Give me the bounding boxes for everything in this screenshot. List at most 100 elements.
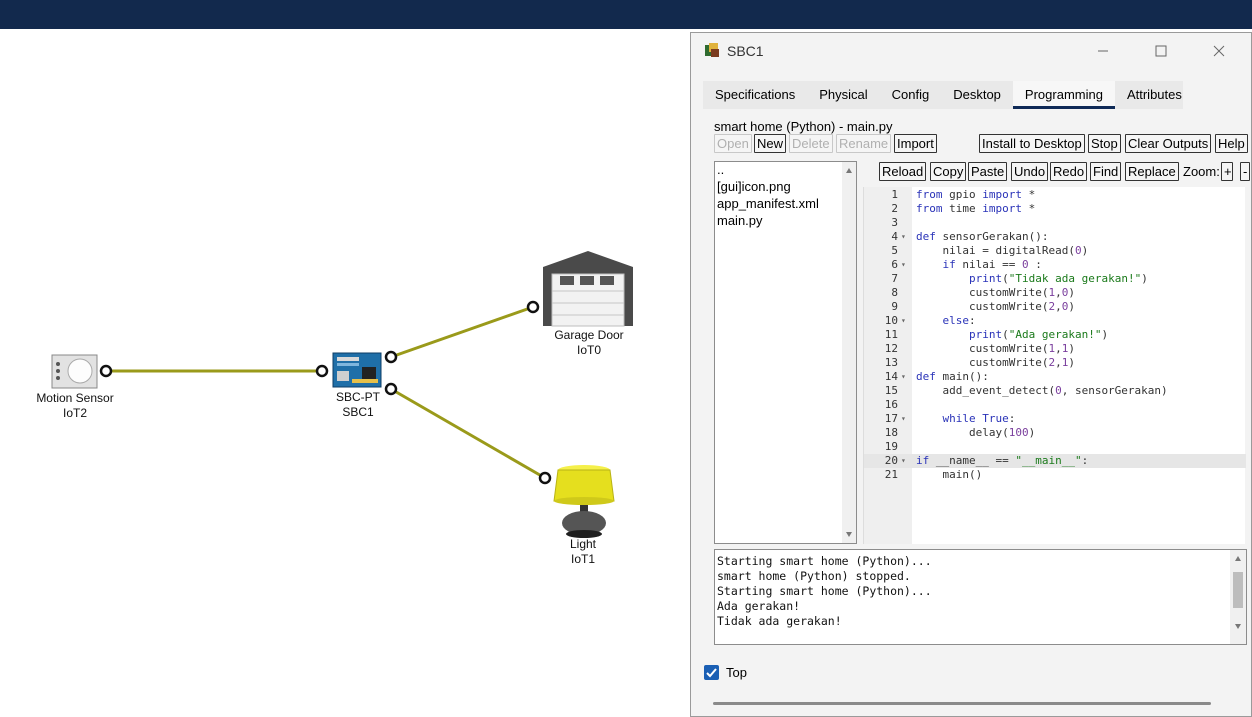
paste-button[interactable]: Paste [968, 162, 1008, 181]
project-title: smart home (Python) - main.py [714, 119, 893, 134]
scroll-arrows-icon [846, 168, 852, 537]
motion-sensor-icon[interactable] [51, 354, 98, 389]
minimize-button[interactable] [1081, 37, 1125, 65]
code-line[interactable]: 9 customWrite(2,0) [864, 300, 1246, 314]
code-line[interactable]: 4 ▾ def sensorGerakan(): [864, 230, 1246, 244]
zoom-label: Zoom: [1183, 164, 1220, 179]
redo-button[interactable]: Redo [1050, 162, 1088, 181]
import-button[interactable]: Import [894, 134, 937, 153]
fold-toggle-icon[interactable]: ▾ [901, 412, 906, 426]
file-list-scrollbar[interactable] [842, 162, 856, 543]
port-dot [526, 300, 540, 314]
fold-toggle-icon[interactable]: ▾ [901, 230, 906, 244]
code-line[interactable]: 2 from time import * [864, 202, 1246, 216]
top-checkbox-label: Top [726, 665, 747, 680]
replace-button[interactable]: Replace [1125, 162, 1179, 181]
find-button[interactable]: Find [1090, 162, 1122, 181]
top-checkbox[interactable] [704, 665, 719, 680]
clear-outputs-button[interactable]: Clear Outputs [1125, 134, 1212, 153]
line-number: 5 [891, 244, 898, 257]
horizontal-scrollbar[interactable] [713, 702, 1211, 705]
new-button[interactable]: New [754, 134, 787, 153]
code-line[interactable]: 20 ▾ if __name__ == "__main__": [864, 454, 1246, 468]
maximize-button[interactable] [1139, 37, 1183, 65]
file-parent-dir[interactable]: .. [717, 162, 724, 177]
light-lamp-icon[interactable] [553, 465, 615, 538]
zoom-out-button[interactable]: - [1240, 162, 1250, 181]
line-number: 7 [891, 272, 898, 285]
code-text: customWrite(2,1) [916, 356, 1075, 369]
sbc-board-icon[interactable] [332, 352, 382, 388]
code-line[interactable]: 14 ▾ def main(): [864, 370, 1246, 384]
code-text: else: [942, 314, 976, 327]
line-number: 6 [891, 258, 898, 271]
code-editor[interactable]: 1 from gpio import * 2 from time import * 3 4… [863, 187, 1246, 544]
code-line[interactable]: 18 delay(100) [864, 426, 1246, 440]
tab-physical[interactable]: Physical [807, 81, 879, 109]
link-sbc-garage [390, 305, 534, 359]
help-button[interactable]: Help [1215, 134, 1248, 153]
open-button[interactable]: Open [714, 134, 752, 153]
network-links [51, 251, 633, 538]
tab-attributes[interactable]: Attributes [1115, 81, 1194, 109]
garage-door-icon[interactable] [543, 251, 633, 327]
line-number: 2 [891, 202, 898, 215]
code-line[interactable]: 12 customWrite(1,1) [864, 342, 1246, 356]
file-main-py[interactable]: main.py [717, 213, 763, 228]
output-line: Ada gerakan! [717, 599, 801, 613]
output-line: Tidak ada gerakan! [717, 614, 842, 628]
code-line[interactable]: 1 from gpio import * [864, 188, 1246, 202]
tab-programming[interactable]: Programming [1012, 81, 1115, 109]
code-text: delay(100) [916, 426, 1036, 439]
output-console[interactable]: Starting smart home (Python)... smart ho… [714, 549, 1247, 645]
port-dot [99, 364, 113, 378]
install-to-desktop-button[interactable]: Install to Desktop [979, 134, 1085, 153]
code-line[interactable]: 8 customWrite(1,0) [864, 286, 1246, 300]
copy-button[interactable]: Copy [930, 162, 967, 181]
tab-specifications[interactable]: Specifications [703, 81, 807, 109]
file-icon-png[interactable]: [gui]icon.png [717, 179, 791, 194]
output-scrollbar[interactable] [1230, 550, 1246, 644]
code-text: while True: [942, 412, 1016, 425]
port-dot [538, 471, 552, 485]
stop-button[interactable]: Stop [1088, 134, 1121, 153]
reload-button[interactable]: Reload [879, 162, 927, 181]
scroll-arrows-icon [1233, 556, 1243, 629]
code-line[interactable]: 21 main() [864, 468, 1246, 482]
code-text: customWrite(1,0) [916, 286, 1075, 299]
code-line[interactable]: 6 ▾ if nilai == 0 : [864, 258, 1246, 272]
code-line[interactable]: 15 add_event_detect(0, sensorGerakan) [864, 384, 1246, 398]
close-button[interactable] [1197, 37, 1241, 65]
device-name: Garage Door [554, 328, 624, 342]
file-list[interactable]: .. [gui]icon.png app_manifest.xml main.p… [714, 161, 857, 544]
fold-toggle-icon[interactable]: ▾ [901, 258, 906, 272]
tab-desktop[interactable]: Desktop [941, 81, 1013, 109]
zoom-in-button[interactable]: + [1221, 162, 1233, 181]
device-name: Motion Sensor [36, 391, 114, 405]
window-tabs: Specifications Physical Config Desktop P… [703, 81, 1183, 109]
fold-toggle-icon[interactable]: ▾ [901, 370, 906, 384]
code-text: def sensorGerakan(): [916, 230, 1049, 243]
code-line[interactable]: 19 [864, 440, 1246, 454]
code-line[interactable]: 11 print("Ada gerakan!") [864, 328, 1246, 342]
code-line[interactable]: 16 [864, 398, 1246, 412]
line-number: 17 [884, 412, 898, 425]
code-line[interactable]: 3 [864, 216, 1246, 230]
garage-door-label: Garage Door IoT0 [554, 328, 623, 358]
code-line[interactable]: 7 print("Tidak ada gerakan!") [864, 272, 1246, 286]
code-text: customWrite(2,0) [916, 300, 1075, 313]
file-app-manifest[interactable]: app_manifest.xml [717, 196, 819, 211]
device-id: IoT1 [570, 552, 595, 566]
window-titlebar[interactable]: SBC1 [691, 33, 1251, 69]
tab-config[interactable]: Config [880, 81, 942, 109]
code-line[interactable]: 5 nilai = digitalRead(0) [864, 244, 1246, 258]
code-line[interactable]: 10 ▾ else: [864, 314, 1246, 328]
rename-button[interactable]: Rename [836, 134, 892, 153]
line-number: 18 [884, 426, 898, 439]
code-line[interactable]: 13 customWrite(2,1) [864, 356, 1246, 370]
code-line[interactable]: 17 ▾ while True: [864, 412, 1246, 426]
undo-button[interactable]: Undo [1011, 162, 1049, 181]
fold-toggle-icon[interactable]: ▾ [901, 454, 906, 468]
fold-toggle-icon[interactable]: ▾ [901, 314, 906, 328]
delete-button[interactable]: Delete [789, 134, 833, 153]
